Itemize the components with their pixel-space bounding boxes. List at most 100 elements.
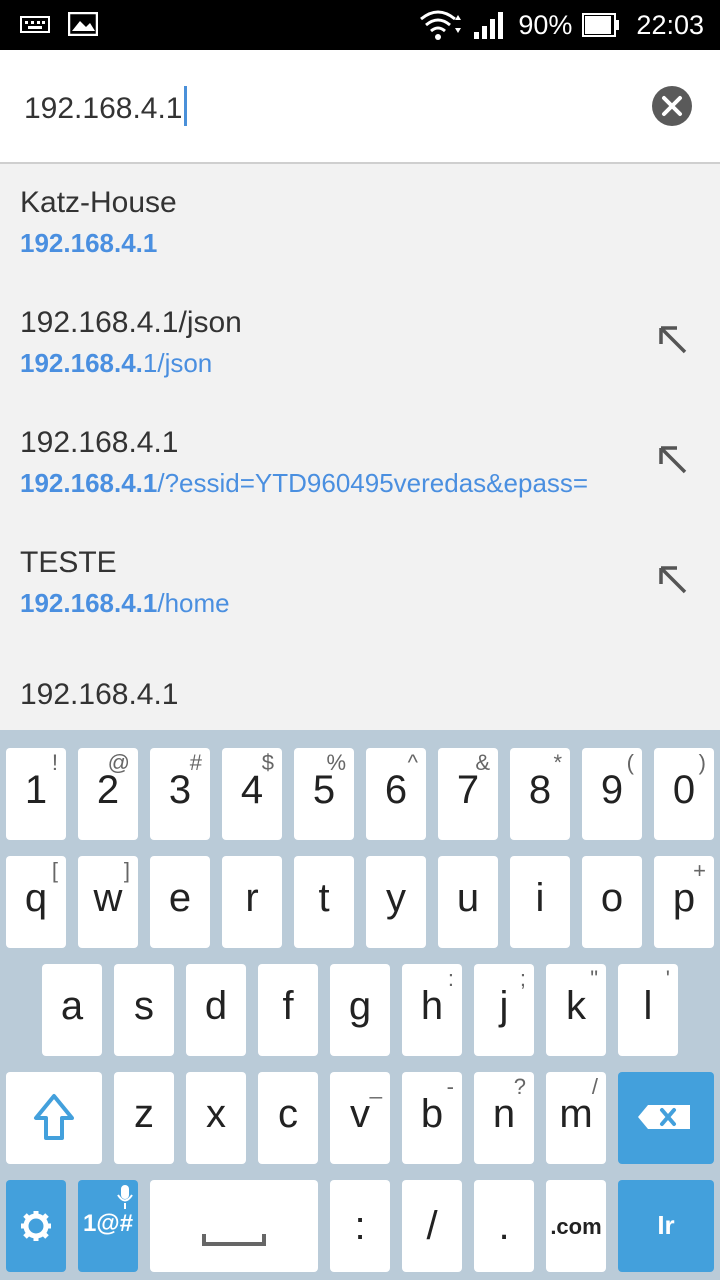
key-secondary-label: ^ — [407, 750, 418, 775]
signal-icon — [474, 12, 504, 39]
key-label: s — [134, 984, 154, 1028]
key-2[interactable]: 2 @ — [78, 748, 138, 840]
key-m[interactable]: m / — [546, 1072, 606, 1164]
key-f[interactable]: f — [258, 964, 318, 1056]
arrow-up-left-icon[interactable] — [655, 442, 689, 476]
period-key-label: . — [498, 1204, 510, 1248]
symbols-key-label: 1@# — [82, 1210, 134, 1237]
key-n[interactable]: n? — [474, 1072, 534, 1164]
key-u[interactable]: u — [438, 856, 498, 948]
key-7[interactable]: 7 & — [438, 748, 498, 840]
key-secondary-label: / — [591, 1074, 598, 1099]
key-a[interactable]: a — [42, 964, 102, 1056]
key-3[interactable]: 3 # — [150, 748, 210, 840]
clear-button[interactable] — [652, 86, 692, 126]
suggestion-item[interactable]: Katz-House 192.168.4.1 — [0, 164, 720, 284]
key-label: g — [348, 984, 372, 1028]
key-c[interactable]: c — [258, 1072, 318, 1164]
key-b[interactable]: b- — [402, 1072, 462, 1164]
key-secondary-label: % — [326, 750, 346, 775]
space-icon — [202, 1234, 266, 1246]
url-bar: 192.168.4.1 — [0, 50, 720, 164]
key-v[interactable]: v _ — [330, 1072, 390, 1164]
status-bar: 90% 22:03 — [0, 0, 720, 50]
suggestion-title: 192.168.4.1 — [20, 426, 179, 459]
arrow-up-left-icon[interactable] — [655, 322, 689, 356]
space-key[interactable] — [150, 1180, 318, 1272]
dotcom-key[interactable]: .com — [546, 1180, 606, 1272]
key-9[interactable]: 9( — [582, 748, 642, 840]
suggestion-list: Katz-House 192.168.4.1 192.168.4.1/json … — [0, 164, 720, 730]
slash-key[interactable]: / — [402, 1180, 462, 1272]
key-t[interactable]: t — [294, 856, 354, 948]
key-s[interactable]: s — [114, 964, 174, 1056]
key-secondary-label: ! — [51, 750, 58, 775]
arrow-up-left-icon[interactable] — [655, 562, 689, 596]
key-secondary-label: ? — [513, 1074, 526, 1099]
key-i[interactable]: i — [510, 856, 570, 948]
microphone-icon — [117, 1185, 133, 1209]
suggestion-item[interactable]: TESTE 192.168.4.1/home — [0, 524, 720, 644]
key-j[interactable]: j; — [474, 964, 534, 1056]
key-1[interactable]: 1! — [6, 748, 66, 840]
key-label: y — [386, 876, 406, 920]
key-secondary-label: [ — [51, 858, 58, 883]
key-w[interactable]: w] — [78, 856, 138, 948]
key-secondary-label: : — [447, 966, 454, 991]
key-secondary-label: + — [693, 858, 706, 883]
key-secondary-label: " — [590, 966, 598, 991]
key-x[interactable]: x — [186, 1072, 246, 1164]
symbols-key[interactable]: 1@# — [78, 1180, 138, 1272]
key-label: i — [535, 876, 545, 920]
key-secondary-label: ) — [698, 750, 706, 775]
period-key[interactable]: . — [474, 1180, 534, 1272]
key-secondary-label: * — [553, 750, 562, 775]
key-z[interactable]: z — [114, 1072, 174, 1164]
go-key-label: Ir — [657, 1210, 675, 1240]
wifi-icon — [420, 10, 462, 40]
go-key[interactable]: Ir — [618, 1180, 714, 1272]
key-q[interactable]: q[ — [6, 856, 66, 948]
key-secondary-label: ' — [665, 966, 670, 991]
suggestion-item[interactable]: 192.168.4.1/json 192.168.4.1/json — [0, 284, 720, 404]
suggestion-url: 192.168.4.1/json — [20, 348, 213, 378]
suggestion-title: 192.168.4.1/json — [20, 306, 242, 339]
close-icon — [662, 96, 682, 116]
backspace-key[interactable] — [618, 1072, 714, 1164]
key-l[interactable]: l ' — [618, 964, 678, 1056]
key-r[interactable]: r — [222, 856, 282, 948]
suggestion-item[interactable]: 192.168.4.1 — [0, 658, 720, 730]
suggestion-url: 192.168.4.1 — [20, 228, 158, 258]
key-e[interactable]: e — [150, 856, 210, 948]
key-d[interactable]: d — [186, 964, 246, 1056]
key-label: c — [278, 1092, 298, 1136]
colon-key-label: : — [354, 1204, 366, 1248]
key-secondary-label: $ — [261, 750, 274, 775]
suggestion-item[interactable]: 192.168.4.1 192.168.4.1/?essid=YTD960495… — [0, 404, 720, 524]
shift-key[interactable] — [6, 1072, 102, 1164]
key-o[interactable]: o — [582, 856, 642, 948]
key-0[interactable]: 0) — [654, 748, 714, 840]
key-6[interactable]: 6 ^ — [366, 748, 426, 840]
key-p[interactable]: p + — [654, 856, 714, 948]
key-label: z — [134, 1092, 154, 1136]
battery-icon — [582, 13, 620, 37]
key-5[interactable]: 5% — [294, 748, 354, 840]
key-secondary-label: _ — [369, 1074, 382, 1099]
key-y[interactable]: y — [366, 856, 426, 948]
settings-key[interactable] — [6, 1180, 66, 1272]
key-h[interactable]: h: — [402, 964, 462, 1056]
key-8[interactable]: 8 * — [510, 748, 570, 840]
key-4[interactable]: 4 $ — [222, 748, 282, 840]
key-k[interactable]: k " — [546, 964, 606, 1056]
key-secondary-label: # — [189, 750, 202, 775]
colon-key[interactable]: : — [330, 1180, 390, 1272]
key-label: x — [206, 1092, 226, 1136]
gear-icon — [21, 1211, 51, 1241]
key-label: e — [168, 876, 192, 920]
dotcom-key-label: .com — [550, 1214, 602, 1239]
key-g[interactable]: g — [330, 964, 390, 1056]
suggestion-url: 192.168.4.1/home — [20, 588, 230, 618]
url-input[interactable]: 192.168.4.1 — [24, 86, 188, 126]
key-secondary-label: & — [475, 750, 490, 775]
